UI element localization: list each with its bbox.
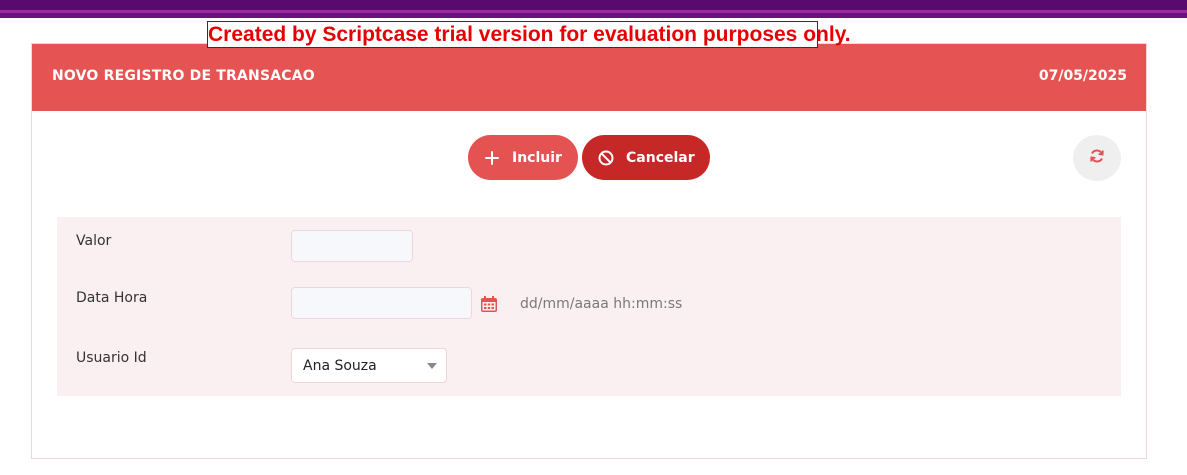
trial-banner: Created by Scriptcase trial version for … — [207, 21, 851, 48]
plus-icon — [484, 150, 500, 166]
usuario-id-selected: Ana Souza — [303, 358, 377, 374]
calendar-icon[interactable] — [480, 295, 498, 313]
top-bar — [0, 0, 1187, 10]
refresh-icon — [1089, 148, 1105, 168]
usuario-id-label: Usuario Id — [76, 350, 147, 366]
incluir-button[interactable]: Incluir — [468, 135, 578, 180]
panel-header: NOVO REGISTRO DE TRANSACAO 07/05/2025 — [32, 44, 1146, 111]
data-hora-input[interactable] — [291, 287, 472, 319]
page-title: NOVO REGISTRO DE TRANSACAO — [52, 68, 315, 84]
valor-input[interactable] — [291, 230, 413, 262]
top-bar-lower — [0, 13, 1187, 18]
form-fields: Valor Data Hora dd/mm/aaaa hh:mm:ss Usua… — [57, 217, 1121, 396]
ban-icon — [598, 150, 614, 166]
header-date: 07/05/2025 — [1038, 68, 1127, 84]
cancelar-label: Cancelar — [626, 149, 695, 166]
data-hora-label: Data Hora — [76, 290, 148, 306]
chevron-down-icon — [427, 363, 437, 369]
valor-label: Valor — [76, 233, 112, 249]
incluir-label: Incluir — [512, 149, 562, 166]
usuario-id-select[interactable]: Ana Souza — [291, 348, 447, 383]
date-format-hint: dd/mm/aaaa hh:mm:ss — [520, 296, 683, 312]
refresh-button[interactable] — [1073, 135, 1121, 181]
cancelar-button[interactable]: Cancelar — [582, 135, 710, 180]
form-panel: NOVO REGISTRO DE TRANSACAO 07/05/2025 In… — [31, 43, 1147, 459]
